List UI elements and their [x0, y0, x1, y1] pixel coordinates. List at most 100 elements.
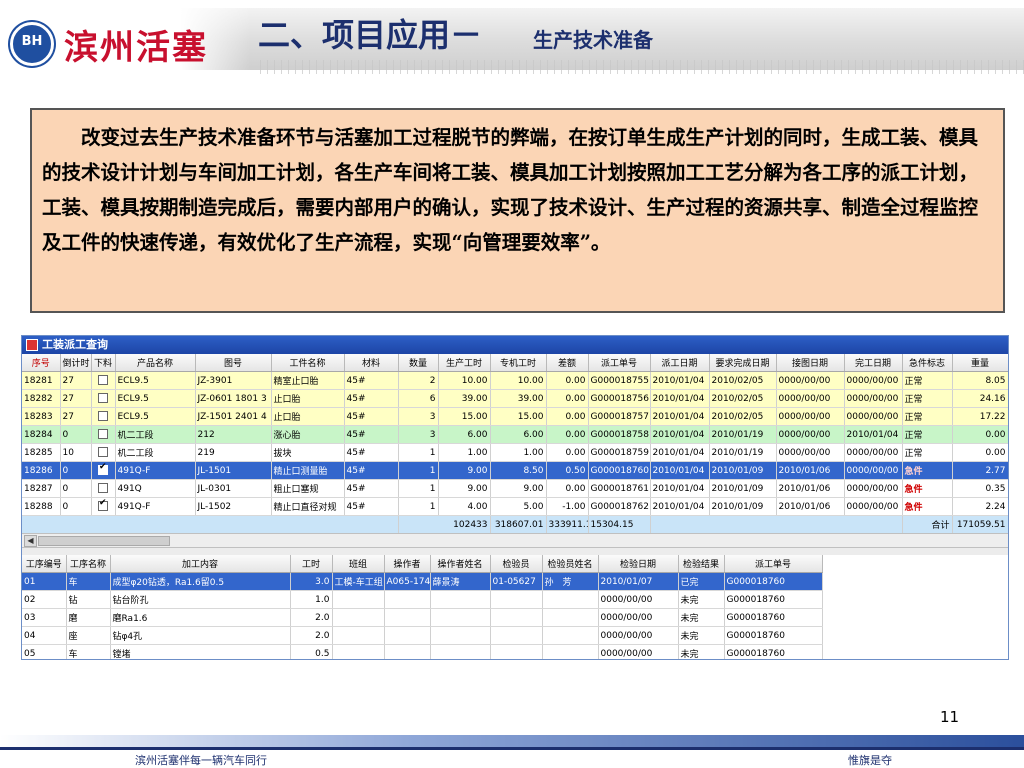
table-cell: 车 [66, 644, 111, 659]
column-header[interactable]: 派工单号 [724, 555, 823, 573]
table-cell: 粗止口塞规 [271, 479, 345, 498]
table-cell [490, 590, 543, 609]
table-row[interactable]: 18281 27 ECL9.5 JZ-3901 精室止口胎 45# 2 10.00 10.00 0… [22, 371, 1008, 390]
column-header[interactable]: 图号 [195, 354, 272, 372]
table-cell: 0000/00/00 [844, 461, 903, 480]
column-header[interactable]: 差额 [546, 354, 589, 372]
checkbox[interactable] [98, 483, 108, 494]
table-cell: 9.00 [490, 479, 547, 498]
table-cell [542, 608, 599, 627]
window-titlebar[interactable]: 工装派工查询 [22, 336, 1008, 354]
table-cell: 0000/00/00 [844, 371, 903, 390]
column-header[interactable]: 检验员姓名 [542, 555, 599, 573]
table-cell: 正常 [902, 443, 953, 462]
column-header[interactable]: 下料 [91, 354, 116, 372]
table-cell: 钻 [66, 590, 111, 609]
list-item[interactable]: 01车成型φ20钻透，Ra1.6留0.53.0工模-车工组A065-1742薛景… [22, 572, 823, 591]
column-header[interactable]: 完工日期 [844, 354, 903, 372]
column-header[interactable]: 工件名称 [271, 354, 345, 372]
table-cell: 未完 [678, 590, 725, 609]
column-header[interactable]: 专机工时 [490, 354, 547, 372]
column-header[interactable]: 班组 [332, 555, 385, 573]
list-item[interactable]: 05 车镗堵 0.5 0000/00/00 未完 G000018760 [22, 644, 823, 659]
column-header[interactable]: 接图日期 [776, 354, 845, 372]
table-cell: 18281 [22, 371, 61, 390]
column-header[interactable]: 检验日期 [598, 555, 679, 573]
column-header[interactable]: 数量 [398, 354, 439, 372]
table-row[interactable]: 182860 491Q-FJL-1501精止口测量胎45#19.008.500.5… [22, 461, 1008, 480]
table-cell: 10.00 [490, 371, 547, 390]
column-header[interactable]: 材料 [344, 354, 399, 372]
table-cell: 2010/01/06 [776, 497, 845, 516]
table-row[interactable]: 18282 27 ECL9.5 JZ-0601 1801 3 止口胎 45# 6 39.00 3… [22, 389, 1008, 408]
column-header[interactable]: 急件标志 [902, 354, 953, 372]
checkbox[interactable] [98, 393, 108, 404]
table-row[interactable]: 18285 10 机二工段 219 拔块 45# 1 1.00 1.00 0.00 G0000187… [22, 443, 1008, 462]
feed-checkbox[interactable] [91, 407, 116, 426]
table-row[interactable]: 18284 0 机二工段 212 涨心胎 45# 3 6.00 6.00 0.00 G0000187… [22, 425, 1008, 444]
column-header[interactable]: 工序名称 [66, 555, 111, 573]
table-cell: 2010/01/19 [709, 443, 777, 462]
column-header[interactable]: 加工内容 [110, 555, 291, 573]
table-cell: 0.00 [546, 407, 589, 426]
table-cell: 磨Ra1.6 [110, 608, 291, 627]
column-header[interactable]: 工序编号 [22, 555, 67, 573]
list-item[interactable]: 03 磨磨Ra1.6 2.0 0000/00/00 未完 G000018760 [22, 608, 823, 627]
table-cell: 2.0 [290, 608, 333, 627]
checkbox[interactable] [98, 462, 108, 476]
column-header[interactable]: 倒计时 [60, 354, 92, 372]
checkbox[interactable] [98, 375, 108, 386]
column-header[interactable]: 检验结果 [678, 555, 725, 573]
table-cell: JL-1502 [195, 497, 272, 516]
table-row[interactable]: 18283 27 ECL9.5 JZ-1501 2401 4 止口胎 45# 3 15.00 1… [22, 407, 1008, 426]
checkbox[interactable] [98, 411, 108, 422]
checkbox[interactable] [98, 498, 108, 512]
column-header[interactable]: 生产工时 [438, 354, 491, 372]
table-cell: 孙 芳 [542, 572, 599, 591]
feed-checkbox[interactable] [91, 497, 116, 516]
table-cell [332, 608, 385, 627]
column-header[interactable]: 要求完成日期 [709, 354, 777, 372]
table-row[interactable]: 18287 0 491Q JL-0301 粗止口塞规 45# 1 9.00 9.00 0.00 G0… [22, 479, 1008, 498]
table-cell: 18283 [22, 407, 61, 426]
column-header[interactable]: 产品名称 [115, 354, 196, 372]
total-diff: 15304.15 [588, 515, 651, 533]
column-header[interactable]: 操作者姓名 [430, 555, 491, 573]
table-row[interactable]: 182880 491Q-FJL-1502精止口直径对规45#14.005.00-1… [22, 497, 1008, 516]
table-cell: G000018762 [588, 497, 651, 516]
feed-checkbox[interactable] [91, 443, 116, 462]
table-cell: 10 [60, 443, 92, 462]
table-cell: 2010/01/09 [709, 461, 777, 480]
feed-checkbox[interactable] [91, 425, 116, 444]
horizontal-scrollbar[interactable]: ◀ [22, 533, 1008, 548]
column-header[interactable]: 检验员 [490, 555, 543, 573]
column-header[interactable]: 序号 [22, 354, 61, 372]
column-header[interactable]: 派工单号 [588, 354, 651, 372]
table-cell: 2010/01/04 [650, 461, 710, 480]
column-header[interactable]: 重量 [952, 354, 1008, 372]
splitter[interactable] [22, 548, 1008, 555]
table-cell: 2010/01/04 [650, 407, 710, 426]
scroll-left-icon[interactable]: ◀ [24, 535, 37, 547]
checkbox[interactable] [98, 429, 108, 440]
checkbox[interactable] [98, 447, 108, 458]
table-cell: 0000/00/00 [598, 644, 679, 659]
feed-checkbox[interactable] [91, 389, 116, 408]
table-cell: JZ-1501 2401 4 [195, 407, 272, 426]
table-cell [490, 644, 543, 659]
feed-checkbox[interactable] [91, 479, 116, 498]
table-cell: 1 [398, 443, 439, 462]
list-item[interactable]: 04 座钻φ4孔 2.0 0000/00/00 未完 G000018760 [22, 626, 823, 645]
column-header[interactable]: 工时 [290, 555, 333, 573]
column-header[interactable]: 操作者 [384, 555, 431, 573]
table-cell: 0000/00/00 [844, 497, 903, 516]
process-table-header: 工序编号 工序名称 加工内容 工时 班组 操作者 操作者姓名 检验员 检验员姓名 检验日期 检验结果… [22, 555, 823, 573]
feed-checkbox[interactable] [91, 461, 116, 480]
feed-checkbox[interactable] [91, 371, 116, 390]
table-cell: G000018759 [588, 443, 651, 462]
list-item[interactable]: 02 钻钻台阶孔 1.0 0000/00/00 未完 G000018760 [22, 590, 823, 609]
scroll-thumb[interactable] [38, 536, 170, 546]
column-header[interactable]: 派工日期 [650, 354, 710, 372]
table-cell [542, 626, 599, 645]
table-cell [332, 626, 385, 645]
